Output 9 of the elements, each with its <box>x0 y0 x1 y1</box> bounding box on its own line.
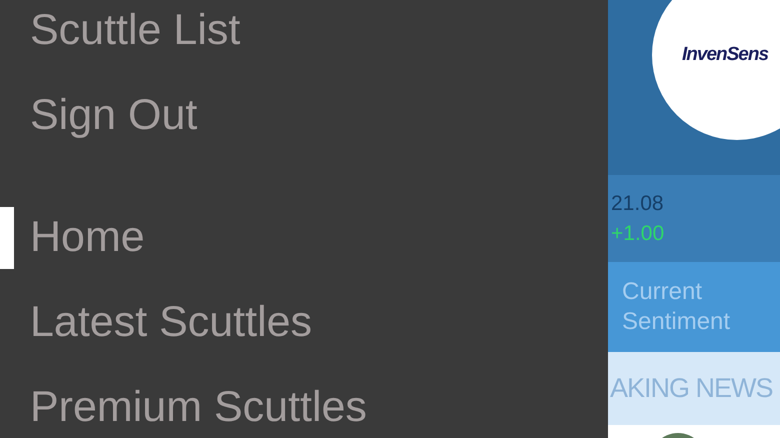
news-heading: AKING NEWS <box>610 373 773 404</box>
stock-price: 21.08 <box>611 192 665 216</box>
menu-item[interactable]: Sign Out <box>30 91 198 140</box>
price-change: +1.00 <box>611 222 666 246</box>
sentiment-label: Current Sentiment <box>622 277 732 337</box>
menu-item[interactable]: Home <box>30 213 145 262</box>
menu-item[interactable]: Latest Scuttles <box>30 298 312 347</box>
menu-item[interactable]: Premium Scuttles <box>30 383 367 432</box>
menu-item[interactable]: Scuttle List <box>30 6 240 55</box>
